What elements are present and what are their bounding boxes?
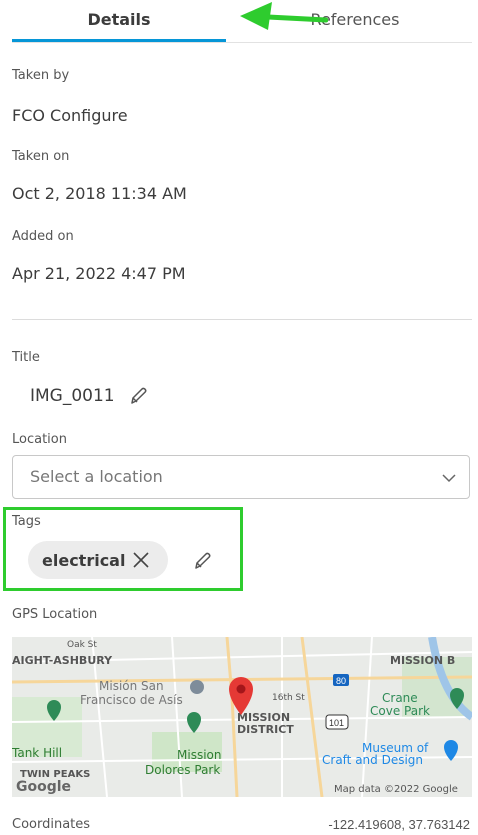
gps-location-label: GPS Location bbox=[12, 607, 98, 622]
map-label-16th-st: 16th St bbox=[272, 693, 305, 703]
tag-chip-label: electrical bbox=[42, 550, 126, 570]
tab-details[interactable]: Details bbox=[12, 0, 226, 42]
title-value: IMG_0011 bbox=[30, 386, 115, 406]
map-label-crane-1: Crane bbox=[382, 691, 418, 705]
taken-on-label: Taken on bbox=[12, 149, 70, 164]
taken-by-label: Taken by bbox=[12, 68, 70, 83]
location-select[interactable]: Select a location bbox=[12, 455, 470, 499]
added-on-label: Added on bbox=[12, 229, 74, 244]
map-label-museum-2: Craft and Design bbox=[322, 753, 423, 767]
location-label: Location bbox=[12, 432, 67, 447]
svg-text:101: 101 bbox=[329, 718, 344, 728]
location-placeholder: Select a location bbox=[30, 467, 163, 486]
tag-chip: electrical bbox=[28, 541, 168, 579]
pencil-icon[interactable] bbox=[193, 551, 213, 575]
title-label: Title bbox=[12, 350, 40, 365]
place-of-worship-icon bbox=[190, 680, 204, 694]
title-row: IMG_0011 bbox=[30, 386, 149, 406]
map-label-mission-district-2: DISTRICT bbox=[237, 723, 294, 736]
map-label-mision-1: Misión San bbox=[99, 679, 164, 693]
map-label-mission-b: MISSION B bbox=[390, 654, 455, 667]
taken-by-value: FCO Configure bbox=[12, 106, 128, 125]
map-attribution: Map data ©2022 Google bbox=[334, 784, 458, 795]
coordinates-label: Coordinates bbox=[12, 817, 91, 832]
map-label-haight: AIGHT-ASHBURY bbox=[12, 654, 113, 667]
highway-80-icon: 80 bbox=[333, 674, 349, 686]
taken-on-value: Oct 2, 2018 11:34 AM bbox=[12, 184, 187, 203]
added-on-value: Apr 21, 2022 4:47 PM bbox=[12, 264, 186, 283]
coordinates-value: -122.419608, 37.763142 bbox=[328, 817, 470, 832]
tags-label: Tags bbox=[12, 514, 41, 529]
section-divider bbox=[12, 319, 472, 320]
map-label-crane-2: Cove Park bbox=[370, 704, 430, 718]
highway-101-icon: 101 bbox=[325, 714, 349, 730]
close-icon[interactable] bbox=[125, 550, 151, 570]
pencil-icon[interactable] bbox=[129, 386, 149, 406]
chevron-down-icon bbox=[441, 470, 457, 489]
map-label-mission-dolores-2: Dolores Park bbox=[145, 763, 220, 777]
annotation-arrow-icon bbox=[240, 2, 328, 30]
map-label-mission-dolores-1: Mission bbox=[177, 748, 221, 762]
map-google-logo: Google bbox=[16, 779, 71, 795]
gps-map[interactable]: Oak St AIGHT-ASHBURY MISSION B Misión Sa… bbox=[12, 637, 472, 797]
svg-text:80: 80 bbox=[336, 676, 346, 686]
map-label-oak-st: Oak St bbox=[67, 640, 97, 650]
map-label-mision-2: Francisco de Asís bbox=[80, 693, 183, 707]
map-label-tank-hill: Tank Hill bbox=[12, 746, 62, 760]
